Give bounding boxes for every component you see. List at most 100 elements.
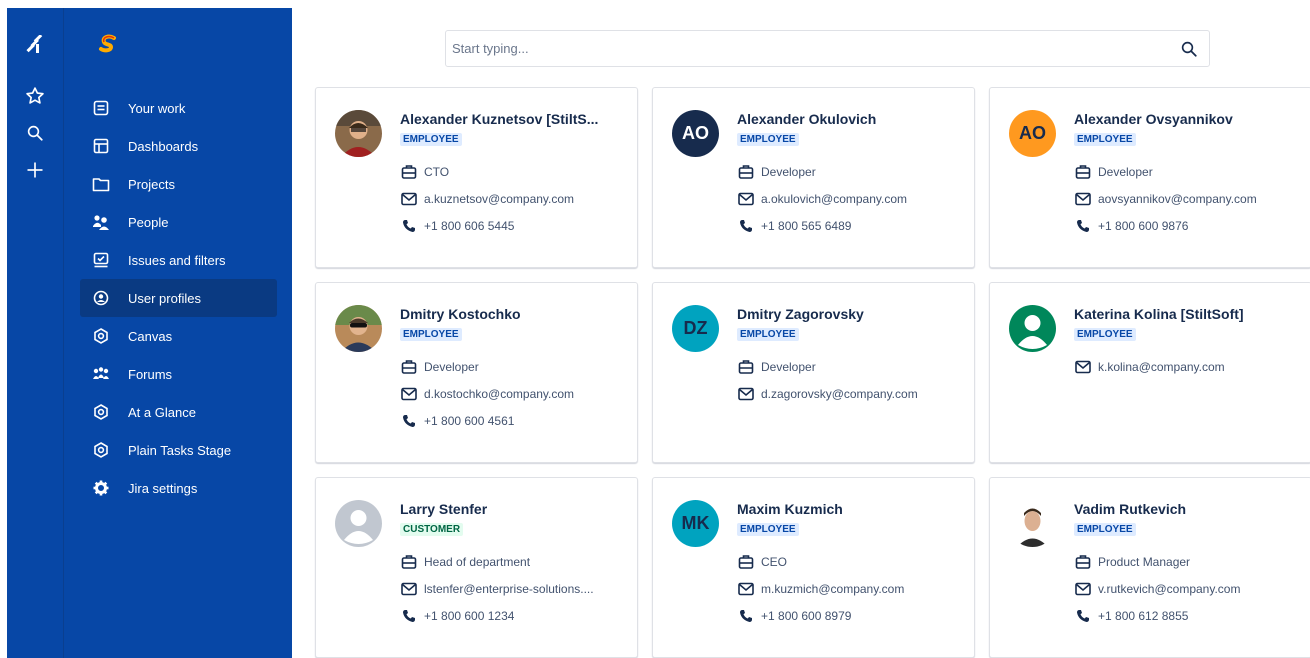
search-input[interactable] xyxy=(452,31,1179,66)
user-email[interactable]: v.rutkevich@company.com xyxy=(1098,582,1240,596)
issues-icon xyxy=(92,251,110,269)
mail-icon xyxy=(737,580,755,598)
mail-icon xyxy=(737,190,755,208)
sidebar-item-dashboards[interactable]: Dashboards xyxy=(80,127,277,165)
user-type-badge: EMPLOYEE xyxy=(1074,328,1136,341)
sidebar-item-label: At a Glance xyxy=(128,404,196,420)
user-phone[interactable]: +1 800 600 1234 xyxy=(424,609,514,623)
phone-icon xyxy=(1074,607,1092,625)
project-sidebar: Your work Dashboards Projects People Iss… xyxy=(63,8,292,658)
user-email-row: lstenfer@enterprise-solutions.... xyxy=(400,580,627,598)
user-email[interactable]: d.zagorovsky@company.com xyxy=(761,387,918,401)
user-name[interactable]: Katerina Kolina [StiltSoft] xyxy=(1074,306,1299,322)
sidebar-item-label: Your work xyxy=(128,100,186,116)
jira-logo-icon[interactable] xyxy=(21,32,49,60)
user-phone[interactable]: +1 800 612 8855 xyxy=(1098,609,1188,623)
sidebar-item-jira-settings[interactable]: Jira settings xyxy=(80,469,277,507)
user-name[interactable]: Alexander Kuznetsov [StiltS... xyxy=(400,111,625,127)
user-phone[interactable]: +1 800 606 5445 xyxy=(424,219,514,233)
user-email[interactable]: a.kuznetsov@company.com xyxy=(424,192,574,206)
user-email[interactable]: aovsyannikov@company.com xyxy=(1098,192,1257,206)
user-email[interactable]: k.kolina@company.com xyxy=(1098,360,1225,374)
sidebar-item-canvas[interactable]: Canvas xyxy=(80,317,277,355)
sidebar-item-people[interactable]: People xyxy=(80,203,277,241)
sidebar-item-plain-tasks-stage[interactable]: Plain Tasks Stage xyxy=(80,431,277,469)
mail-icon xyxy=(1074,580,1092,598)
mail-icon xyxy=(1074,190,1092,208)
briefcase-icon xyxy=(737,358,755,376)
phone-icon xyxy=(400,412,418,430)
search-icon[interactable] xyxy=(1179,39,1199,59)
user-phone[interactable]: +1 800 600 4561 xyxy=(424,414,514,428)
dashboards-icon xyxy=(92,137,110,155)
user-title-row: Developer xyxy=(1074,163,1301,181)
user-email[interactable]: lstenfer@enterprise-solutions.... xyxy=(424,582,594,596)
phone-icon xyxy=(400,607,418,625)
avatar-default xyxy=(335,500,382,547)
user-title-row: CEO xyxy=(737,553,964,571)
user-name[interactable]: Larry Stenfer xyxy=(400,501,625,517)
user-email-row: d.zagorovsky@company.com xyxy=(737,385,964,403)
avatar-photo xyxy=(335,305,382,352)
user-name[interactable]: Alexander Ovsyannikov xyxy=(1074,111,1299,127)
user-email-row: d.kostochko@company.com xyxy=(400,385,627,403)
user-phone-row: +1 800 606 5445 xyxy=(400,217,627,235)
user-title: CTO xyxy=(424,165,450,179)
user-card[interactable]: Katerina Kolina [StiltSoft] EMPLOYEE k.k… xyxy=(989,282,1310,463)
avatar-initials: AO xyxy=(672,110,719,157)
user-card[interactable]: Dmitry Kostochko EMPLOYEE Developer d.ko… xyxy=(315,282,638,463)
user-type-badge: EMPLOYEE xyxy=(400,133,462,146)
user-card[interactable]: DZ Dmitry Zagorovsky EMPLOYEE Developer … xyxy=(652,282,975,463)
canvas-icon xyxy=(92,327,110,345)
sidebar-item-issues-and-filters[interactable]: Issues and filters xyxy=(80,241,277,279)
user-phone[interactable]: +1 800 565 6489 xyxy=(761,219,851,233)
user-card[interactable]: Vadim Rutkevich EMPLOYEE Product Manager… xyxy=(989,477,1310,658)
user-card[interactable]: AO Alexander Ovsyannikov EMPLOYEE Develo… xyxy=(989,87,1310,268)
user-type-badge: EMPLOYEE xyxy=(1074,523,1136,536)
briefcase-icon xyxy=(400,163,418,181)
sidebar-item-forums[interactable]: Forums xyxy=(80,355,277,393)
sidebar-item-user-profiles[interactable]: User profiles xyxy=(80,279,277,317)
user-card[interactable]: Larry Stenfer CUSTOMER Head of departmen… xyxy=(315,477,638,658)
mail-icon xyxy=(400,580,418,598)
user-name[interactable]: Alexander Okulovich xyxy=(737,111,962,127)
star-icon[interactable] xyxy=(21,82,49,110)
brand-logo-icon[interactable] xyxy=(98,34,118,54)
user-card[interactable]: MK Maxim Kuzmich EMPLOYEE CEO m.kuzmich@… xyxy=(652,477,975,658)
mail-icon xyxy=(1074,358,1092,376)
user-email-row: aovsyannikov@company.com xyxy=(1074,190,1301,208)
user-phone[interactable]: +1 800 600 9876 xyxy=(1098,219,1188,233)
global-navigation-rail xyxy=(7,8,63,658)
user-phone-row: +1 800 600 1234 xyxy=(400,607,627,625)
phone-icon xyxy=(1074,217,1092,235)
user-email[interactable]: a.okulovich@company.com xyxy=(761,192,907,206)
user-card[interactable]: AO Alexander Okulovich EMPLOYEE Develope… xyxy=(652,87,975,268)
user-search-box xyxy=(445,30,1210,67)
phone-icon xyxy=(737,607,755,625)
sidebar-item-your-work[interactable]: Your work xyxy=(80,89,277,127)
user-phone[interactable]: +1 800 600 8979 xyxy=(761,609,851,623)
user-phone-row: +1 800 612 8855 xyxy=(1074,607,1301,625)
sidebar-item-at-a-glance[interactable]: At a Glance xyxy=(80,393,277,431)
avatar-initials: AO xyxy=(1009,110,1056,157)
user-title: Developer xyxy=(761,165,816,179)
search-icon[interactable] xyxy=(21,119,49,147)
user-name[interactable]: Maxim Kuzmich xyxy=(737,501,962,517)
user-email[interactable]: d.kostochko@company.com xyxy=(424,387,574,401)
phone-icon xyxy=(737,217,755,235)
user-email-row: a.kuznetsov@company.com xyxy=(400,190,627,208)
avatar-initials: MK xyxy=(672,500,719,547)
user-email[interactable]: m.kuzmich@company.com xyxy=(761,582,904,596)
phone-icon xyxy=(400,217,418,235)
user-phone-row: +1 800 600 8979 xyxy=(737,607,964,625)
user-name[interactable]: Vadim Rutkevich xyxy=(1074,501,1299,517)
user-name[interactable]: Dmitry Zagorovsky xyxy=(737,306,962,322)
plus-icon[interactable] xyxy=(21,156,49,184)
user-card[interactable]: Alexander Kuznetsov [StiltS... EMPLOYEE … xyxy=(315,87,638,268)
sidebar-item-projects[interactable]: Projects xyxy=(80,165,277,203)
mail-icon xyxy=(737,385,755,403)
user-email-row: k.kolina@company.com xyxy=(1074,358,1301,376)
user-name[interactable]: Dmitry Kostochko xyxy=(400,306,625,322)
user-title: CEO xyxy=(761,555,788,569)
avatar-initials: DZ xyxy=(672,305,719,352)
